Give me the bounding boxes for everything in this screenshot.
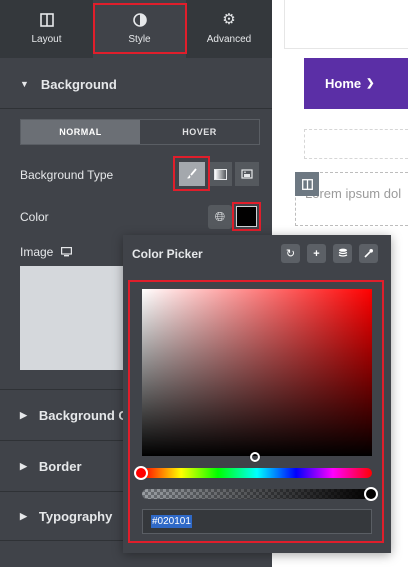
image-preview[interactable] xyxy=(20,266,124,370)
border-title: Border xyxy=(38,458,82,474)
add-icon: + xyxy=(313,247,320,260)
saturation-value-handle[interactable] xyxy=(250,452,260,462)
background-section-header[interactable]: ▼ Background xyxy=(0,59,272,109)
image-label-row: Image xyxy=(20,245,73,259)
state-tab-normal[interactable]: NORMAL xyxy=(21,120,140,144)
hue-slider[interactable] xyxy=(142,468,372,478)
reset-button[interactable]: ↻ xyxy=(281,244,300,263)
typography-title: Typography xyxy=(38,508,113,524)
style-icon xyxy=(132,13,147,27)
gradient-icon xyxy=(213,168,227,180)
background-type-label: Background Type xyxy=(20,168,114,182)
global-colors-icon xyxy=(338,248,347,257)
classic-brush-icon xyxy=(187,168,197,179)
nav-home-item[interactable]: Home ❯ xyxy=(304,58,408,109)
saturation-value-area[interactable] xyxy=(142,289,372,456)
tab-style-label: Style xyxy=(128,34,151,45)
background-section-title: Background xyxy=(40,76,117,92)
background-type-gradient-button[interactable] xyxy=(208,162,232,186)
eyedropper-icon xyxy=(364,249,373,258)
hex-input-value: #020101 xyxy=(151,515,192,528)
tab-style[interactable]: Style xyxy=(93,0,186,58)
caret-right-icon: ▶ xyxy=(20,409,27,420)
tab-advanced[interactable]: ⚙ Advanced xyxy=(186,0,272,58)
tab-layout-label: Layout xyxy=(31,34,62,45)
background-type-video-button[interactable] xyxy=(235,162,259,186)
column-icon xyxy=(301,178,313,190)
state-tabs: NORMAL HOVER xyxy=(20,119,260,145)
caret-right-icon: ▶ xyxy=(20,510,27,521)
gear-icon: ⚙ xyxy=(222,11,236,28)
global-colors-button[interactable]: 🌐︎ xyxy=(208,205,232,229)
image-label: Image xyxy=(20,245,54,259)
panel-tabs: Layout Style ⚙ Advanced xyxy=(0,0,272,58)
layout-icon xyxy=(39,13,54,27)
caret-right-icon: ▶ xyxy=(20,460,27,471)
hex-input[interactable]: #020101 xyxy=(142,509,372,534)
preview-top-strip xyxy=(284,0,408,49)
column-handle[interactable] xyxy=(295,172,319,196)
lorem-text: Lorem ipsum dol xyxy=(305,186,402,201)
color-swatch[interactable] xyxy=(236,206,257,227)
alpha-slider[interactable] xyxy=(142,489,372,499)
background-type-classic-button[interactable] xyxy=(179,162,205,186)
add-color-button[interactable]: + xyxy=(307,244,326,263)
tab-advanced-label: Advanced xyxy=(206,34,252,45)
tab-layout[interactable]: Layout xyxy=(0,0,93,58)
alpha-slider-handle[interactable] xyxy=(364,487,378,501)
caret-down-icon: ▼ xyxy=(20,79,29,89)
reset-icon: ↻ xyxy=(285,248,296,260)
eyedropper-button[interactable] xyxy=(359,244,378,263)
video-icon xyxy=(241,169,253,179)
desktop-icon[interactable] xyxy=(61,247,73,257)
state-tab-hover[interactable]: HOVER xyxy=(140,120,259,144)
color-label: Color xyxy=(20,210,49,224)
chevron-down-icon: ❯ xyxy=(366,78,375,89)
global-colors-button[interactable] xyxy=(333,244,352,263)
globe-icon: 🌐︎ xyxy=(214,209,226,224)
color-picker-title: Color Picker xyxy=(132,247,203,261)
background-overlay-title: Background O xyxy=(38,407,129,423)
nav-home-label: Home xyxy=(325,76,362,91)
empty-section-placeholder[interactable] xyxy=(304,129,408,159)
hue-slider-handle[interactable] xyxy=(134,466,148,480)
divider xyxy=(0,108,272,109)
